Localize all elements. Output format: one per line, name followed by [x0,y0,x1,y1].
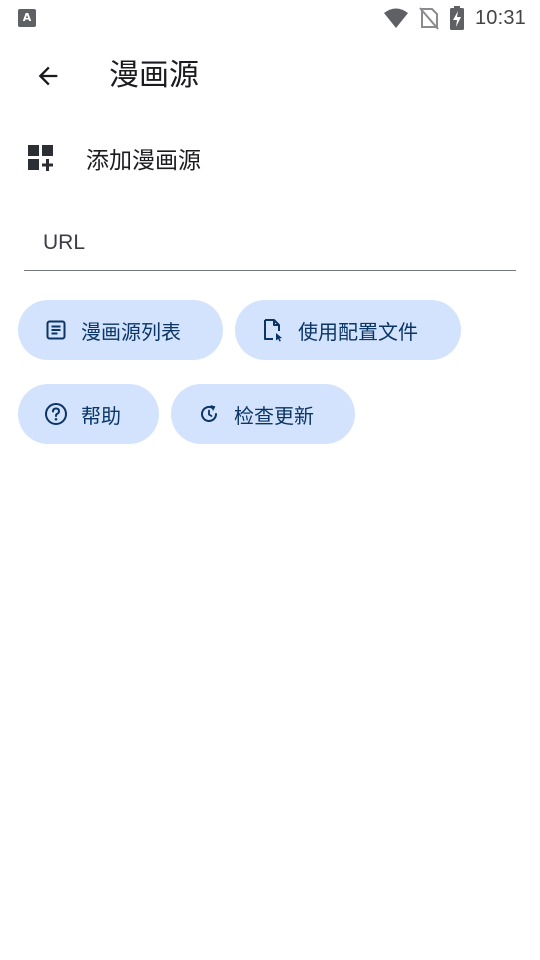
status-bar: A 10:31 [0,0,540,36]
url-field[interactable] [24,218,516,271]
file-config-icon [261,318,285,342]
source-list-button[interactable]: 漫画源列表 [18,300,223,360]
arrow-back-icon [38,66,58,86]
refresh-icon [197,402,221,426]
source-list-label: 漫画源列表 [81,319,181,344]
list-document-icon [44,318,68,342]
screen: A 10:31 漫画源 添加漫画源 URL 漫画源列表 使用配置文件 帮助 检查… [0,0,540,960]
widgets-add-icon [26,142,58,174]
check-update-label: 检查更新 [234,403,314,428]
page-title: 漫画源 [109,58,199,93]
use-config-file-button[interactable]: 使用配置文件 [235,300,461,360]
add-source-header: 添加漫画源 [26,138,201,178]
status-time: 10:31 [474,6,526,29]
keyboard-notification-icon: A [18,9,36,27]
back-button[interactable] [24,52,72,100]
help-circle-icon [44,402,68,426]
use-config-file-label: 使用配置文件 [298,319,418,344]
no-sim-icon [419,7,439,30]
top-app-bar: 漫画源 [0,44,540,108]
url-input[interactable] [24,218,516,268]
section-title: 添加漫画源 [86,148,201,174]
help-label: 帮助 [81,403,121,428]
help-button[interactable]: 帮助 [18,384,159,444]
status-icons: 10:31 [383,5,526,31]
wifi-icon [383,8,408,28]
check-update-button[interactable]: 检查更新 [171,384,355,444]
battery-charging-icon [449,6,464,30]
